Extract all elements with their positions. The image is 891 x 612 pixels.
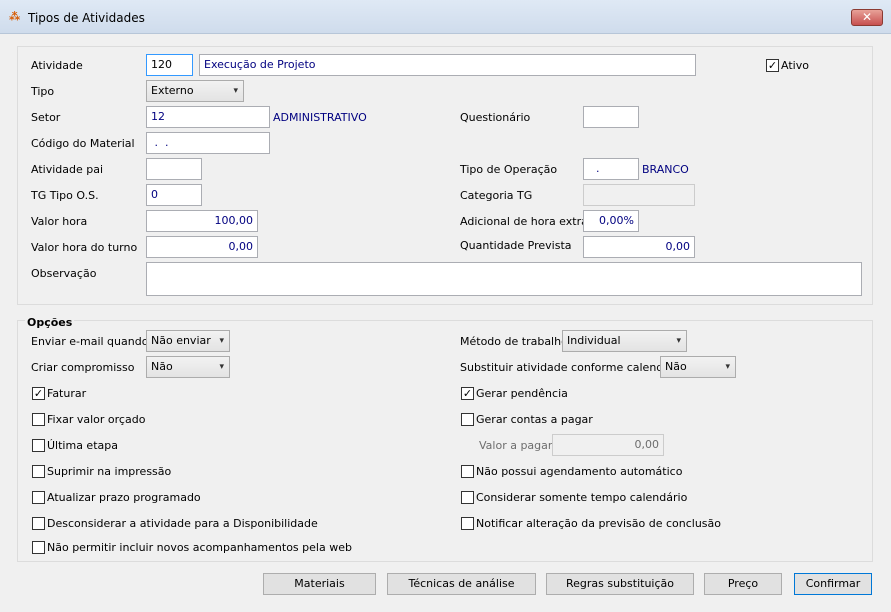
nao-possui-agendamento-label: Não possui agendamento automático bbox=[476, 465, 683, 478]
metodo-trabalho-label: Método de trabalho bbox=[460, 335, 568, 348]
tg-tipo-os-label: TG Tipo O.S. bbox=[31, 189, 99, 202]
categoria-tg-label: Categoria TG bbox=[460, 189, 533, 202]
chevron-down-icon: ▾ bbox=[725, 362, 730, 372]
gerar-pendencia-checkbox[interactable]: ✓ bbox=[461, 387, 474, 400]
nao-possui-agendamento-checkbox[interactable] bbox=[461, 465, 474, 478]
ultima-etapa-checkbox[interactable] bbox=[32, 439, 45, 452]
considerar-tempo-calendario-label: Considerar somente tempo calendário bbox=[476, 491, 688, 504]
fixar-valor-orcado-checkbox[interactable] bbox=[32, 413, 45, 426]
metodo-trabalho-value: Individual bbox=[567, 334, 621, 347]
title-bar: ⁂ Tipos de Atividades ✕ bbox=[0, 0, 891, 34]
nao-permitir-acompanhamentos-label: Não permitir incluir novos acompanhament… bbox=[47, 541, 352, 554]
valor-hora-turno-label: Valor hora do turno bbox=[31, 241, 138, 254]
check-icon: ✓ bbox=[462, 387, 473, 400]
desconsiderar-disponibilidade-label: Desconsiderar a atividade para a Disponi… bbox=[47, 517, 318, 530]
gerar-contas-pagar-checkbox[interactable] bbox=[461, 413, 474, 426]
observacao-textarea[interactable] bbox=[146, 262, 862, 296]
materiais-button[interactable]: Materiais bbox=[263, 573, 376, 595]
enviar-email-label: Enviar e-mail quando bbox=[31, 335, 149, 348]
ativo-checkbox[interactable]: ✓ bbox=[766, 59, 779, 72]
criar-compromisso-value: Não bbox=[151, 360, 173, 373]
window-title: Tipos de Atividades bbox=[28, 11, 145, 25]
substituir-atividade-select[interactable]: Não ▾ bbox=[660, 356, 736, 378]
atividade-pai-label: Atividade pai bbox=[31, 163, 104, 176]
desconsiderar-disponibilidade-checkbox[interactable] bbox=[32, 517, 45, 530]
codigo-material-label: Código do Material bbox=[31, 137, 135, 150]
dialog-body: Atividade 120 Execução de Projeto ✓ Ativ… bbox=[8, 34, 883, 605]
atualizar-prazo-label: Atualizar prazo programado bbox=[47, 491, 201, 504]
considerar-tempo-calendario-checkbox[interactable] bbox=[461, 491, 474, 504]
chevron-down-icon: ▾ bbox=[233, 86, 238, 96]
setor-description: ADMINISTRATIVO bbox=[273, 111, 367, 124]
quantidade-prevista-input[interactable]: 0,00 bbox=[583, 236, 695, 258]
opcoes-title: Opções bbox=[25, 316, 75, 329]
tipo-select[interactable]: Externo ▾ bbox=[146, 80, 244, 102]
app-icon: ⁂ bbox=[9, 10, 21, 23]
atividade-label: Atividade bbox=[31, 59, 83, 72]
valor-hora-turno-input[interactable]: 0,00 bbox=[146, 236, 258, 258]
notificar-alteracao-checkbox[interactable] bbox=[461, 517, 474, 530]
faturar-checkbox[interactable]: ✓ bbox=[32, 387, 45, 400]
metodo-trabalho-select[interactable]: Individual ▾ bbox=[562, 330, 687, 352]
tipo-operacao-description: BRANCO bbox=[642, 163, 689, 176]
atualizar-prazo-checkbox[interactable] bbox=[32, 491, 45, 504]
valor-a-pagar-label: Valor a pagar bbox=[479, 439, 553, 452]
tipo-label: Tipo bbox=[31, 85, 55, 98]
ativo-label: Ativo bbox=[781, 59, 809, 72]
questionario-input[interactable] bbox=[583, 106, 639, 128]
atividade-code-input[interactable]: 120 bbox=[146, 54, 193, 76]
codigo-material-input[interactable]: . . bbox=[146, 132, 270, 154]
chevron-down-icon: ▾ bbox=[219, 336, 224, 346]
close-button[interactable]: ✕ bbox=[851, 9, 883, 26]
suprimir-impressao-checkbox[interactable] bbox=[32, 465, 45, 478]
adicional-hora-extra-label: Adicional de hora extra bbox=[460, 215, 588, 228]
preco-button[interactable]: Preço bbox=[704, 573, 782, 595]
atividade-description-input[interactable]: Execução de Projeto bbox=[199, 54, 696, 76]
observacao-label: Observação bbox=[31, 267, 97, 280]
substituir-atividade-value: Não bbox=[665, 360, 687, 373]
tipo-select-value: Externo bbox=[151, 84, 194, 97]
setor-label: Setor bbox=[31, 111, 61, 124]
check-icon: ✓ bbox=[33, 387, 44, 400]
criar-compromisso-select[interactable]: Não ▾ bbox=[146, 356, 230, 378]
categoria-tg-input bbox=[583, 184, 695, 206]
fixar-valor-orcado-label: Fixar valor orçado bbox=[47, 413, 146, 426]
chevron-down-icon: ▾ bbox=[219, 362, 224, 372]
gerar-contas-pagar-label: Gerar contas a pagar bbox=[476, 413, 593, 426]
tg-tipo-os-input[interactable]: 0 bbox=[146, 184, 202, 206]
faturar-label: Faturar bbox=[47, 387, 87, 400]
check-icon: ✓ bbox=[767, 59, 778, 72]
gerar-pendencia-label: Gerar pendência bbox=[476, 387, 568, 400]
substituir-atividade-label: Substituir atividade conforme calendário bbox=[460, 361, 685, 374]
ultima-etapa-label: Última etapa bbox=[47, 439, 118, 452]
questionario-label: Questionário bbox=[460, 111, 531, 124]
quantidade-prevista-label: Quantidade Prevista bbox=[460, 239, 572, 252]
criar-compromisso-label: Criar compromisso bbox=[31, 361, 135, 374]
chevron-down-icon: ▾ bbox=[676, 336, 681, 346]
adicional-hora-extra-input[interactable]: 0,00% bbox=[583, 210, 639, 232]
tecnicas-analise-button[interactable]: Técnicas de análise bbox=[387, 573, 536, 595]
regras-substituicao-button[interactable]: Regras substituição bbox=[546, 573, 694, 595]
atividade-pai-input[interactable] bbox=[146, 158, 202, 180]
valor-hora-label: Valor hora bbox=[31, 215, 88, 228]
tipo-operacao-input[interactable]: . bbox=[583, 158, 639, 180]
tipo-operacao-label: Tipo de Operação bbox=[460, 163, 558, 176]
setor-input[interactable]: 12 bbox=[146, 106, 270, 128]
nao-permitir-acompanhamentos-checkbox[interactable] bbox=[32, 541, 45, 554]
suprimir-impressao-label: Suprimir na impressão bbox=[47, 465, 172, 478]
notificar-alteracao-label: Notificar alteração da previsão de concl… bbox=[476, 517, 722, 530]
valor-a-pagar-input: 0,00 bbox=[552, 434, 664, 456]
confirmar-button[interactable]: Confirmar bbox=[794, 573, 872, 595]
valor-hora-input[interactable]: 100,00 bbox=[146, 210, 258, 232]
enviar-email-value: Não enviar bbox=[151, 334, 211, 347]
enviar-email-select[interactable]: Não enviar ▾ bbox=[146, 330, 230, 352]
